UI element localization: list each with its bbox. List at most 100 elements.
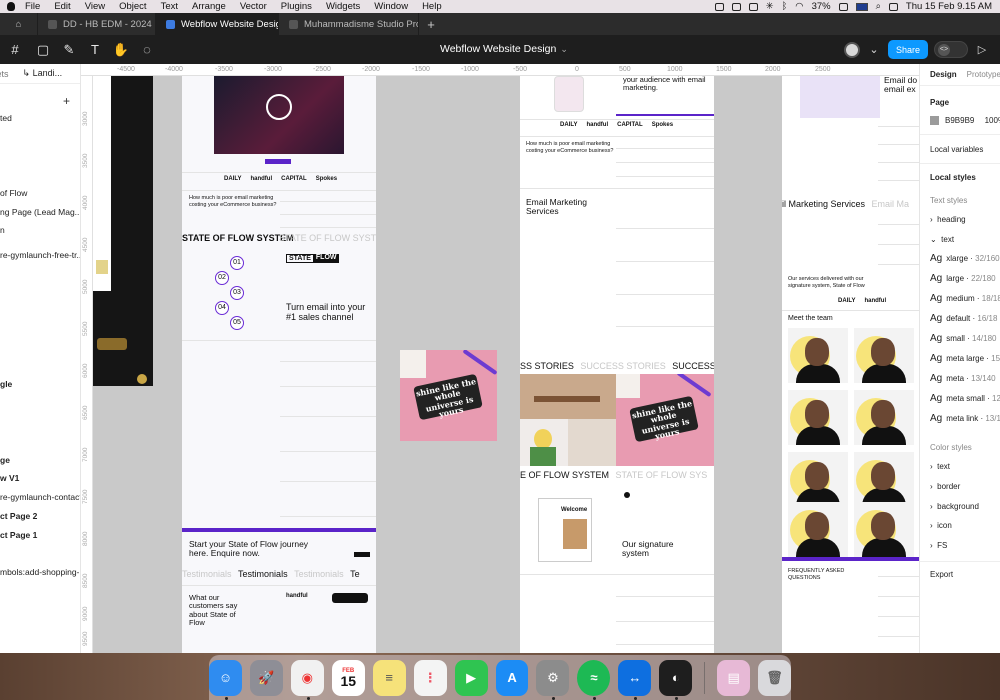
style-group-text[interactable]: ⌄ text — [930, 235, 954, 244]
sticker-photo[interactable]: shine like the whole universe is yours — [400, 350, 497, 441]
text-style-item[interactable]: Ag large · 22/180 — [930, 273, 996, 284]
menu-plugins[interactable]: Plugins — [274, 0, 319, 13]
canvas[interactable]: -4500 -4000 -3500 -3000 -2500 -2000 -150… — [81, 64, 919, 653]
document-title[interactable]: Webflow Website Design ⌄ — [440, 35, 568, 64]
brightness-icon[interactable]: ✳ — [766, 1, 774, 12]
color-group-item[interactable]: › FS — [930, 541, 947, 550]
menu-edit[interactable]: Edit — [47, 0, 77, 13]
bluetooth-icon[interactable]: ᛒ — [782, 1, 788, 12]
menu-file[interactable]: File — [18, 0, 47, 13]
tab-design[interactable]: Design — [930, 70, 957, 79]
frame-tool-icon[interactable]: ▢ — [30, 35, 56, 64]
tab-assets[interactable]: sets — [0, 69, 9, 79]
reminders-icon[interactable]: ⋮ — [413, 659, 447, 696]
menu-widgets[interactable]: Widgets — [319, 0, 367, 13]
menu-object[interactable]: Object — [112, 0, 153, 13]
layer-row[interactable]: w V1 — [0, 472, 19, 484]
color-group-item[interactable]: › background — [930, 502, 979, 511]
menu-vector[interactable]: Vector — [233, 0, 274, 13]
text-tool-icon[interactable]: T — [82, 35, 108, 64]
layer-row[interactable]: ge — [0, 454, 10, 466]
color-group-item[interactable]: › icon — [930, 521, 952, 530]
color-group-item[interactable]: › text — [930, 462, 950, 471]
finder-icon[interactable]: ☺ — [208, 659, 242, 700]
export-section[interactable]: Export — [930, 570, 953, 579]
menu-help[interactable]: Help — [415, 0, 449, 13]
new-tab-button[interactable]: + — [419, 13, 443, 35]
layer-row[interactable]: ct Page 1 — [0, 529, 37, 541]
menu-arrange[interactable]: Arrange — [185, 0, 233, 13]
layer-row[interactable]: re-gymlaunch-contact... — [0, 491, 80, 503]
figma-status-icon[interactable] — [714, 2, 724, 11]
text-style-item[interactable]: Ag default · 16/18 — [930, 313, 997, 324]
text-style-item[interactable]: Ag xlarge · 32/160 — [930, 253, 1000, 264]
notes-icon[interactable]: ≡ — [372, 659, 406, 696]
layer-row[interactable]: mbols:add-shopping-... — [0, 566, 80, 578]
add-page-button[interactable]: + — [63, 94, 70, 108]
page-color-row[interactable]: B9B9B9 100% — [930, 116, 1000, 126]
teamviewer-icon[interactable]: ↔ — [618, 659, 652, 700]
figma-icon[interactable]: ◐ — [659, 659, 693, 700]
layer-row[interactable]: re-gymlaunch-free-tr... — [0, 249, 80, 261]
launchpad-icon[interactable]: 🚀 — [249, 659, 283, 696]
trash-icon[interactable]: 🗑 — [758, 659, 792, 696]
tab-prototype[interactable]: Prototype — [967, 70, 1000, 79]
avatar[interactable] — [843, 41, 860, 58]
teamviewer-status-icon[interactable] — [731, 2, 741, 11]
frame-state-of-flow-page[interactable]: DAILY handful CAPITAL Spokes How much is… — [182, 76, 376, 653]
menu-window[interactable]: Window — [367, 0, 415, 13]
screen-mirror-icon[interactable] — [748, 2, 758, 11]
clock[interactable]: Thu 15 Feb 9.15 AM — [906, 1, 992, 12]
system-settings-icon[interactable]: ⚙ — [536, 659, 570, 700]
chevron-down-icon[interactable]: ⌄ — [866, 43, 882, 56]
local-variables-link[interactable]: Local variables — [930, 145, 983, 154]
search-icon[interactable]: ⌕ — [876, 1, 881, 12]
page-selector[interactable]: ↳ Landi... — [23, 68, 63, 79]
layer-row[interactable]: ted — [0, 112, 12, 124]
app-store-icon[interactable]: A — [495, 659, 529, 696]
home-tab[interactable]: ⌂ — [0, 13, 38, 35]
pen-tool-icon[interactable]: ✎ — [56, 35, 82, 64]
page-opacity-value[interactable]: 100% — [985, 116, 1000, 125]
layer-row[interactable]: gle — [0, 378, 12, 390]
main-menu-icon[interactable]: # — [0, 35, 30, 64]
calendar-icon[interactable]: FEB 15 — [331, 659, 365, 696]
file-tab[interactable]: DD - HB EDM - 2024 — [38, 13, 156, 35]
testimonials-ghost: Testimonials — [294, 569, 344, 579]
file-tab-active[interactable]: Webflow Website Design × — [156, 13, 279, 35]
style-group-heading[interactable]: › heading — [930, 215, 966, 224]
spotify-icon[interactable]: ≈ — [577, 659, 611, 700]
frame-dark-page[interactable] — [93, 76, 153, 386]
menu-text[interactable]: Text — [154, 0, 185, 13]
text-style-item[interactable]: Agmeta small · 12 — [930, 393, 1000, 404]
comment-tool-icon[interactable]: ◌ — [134, 35, 160, 64]
text-style-item[interactable]: Ag meta · 13/140 — [930, 373, 996, 384]
page-color-swatch[interactable] — [930, 116, 939, 126]
color-group-item[interactable]: › border — [930, 482, 960, 491]
frame-email-services-page[interactable]: your audience with email marketing. DAIL… — [520, 76, 714, 653]
dev-mode-toggle[interactable]: <> — [934, 41, 968, 58]
present-play-icon[interactable]: ▷ — [974, 43, 990, 56]
menu-view[interactable]: View — [78, 0, 112, 13]
layer-row[interactable]: ng Page (Lead Mag... — [0, 206, 80, 218]
page-color-value[interactable]: B9B9B9 — [945, 116, 974, 125]
facetime-icon[interactable]: ▶ — [454, 659, 488, 696]
frame-team-page[interactable]: Email do email ex il Marketing Services … — [782, 76, 919, 653]
chrome-icon[interactable]: ◉ — [290, 659, 324, 700]
input-source-flag-icon[interactable] — [855, 2, 868, 11]
text-style-item[interactable]: Ag small · 14/180 — [930, 333, 996, 344]
apple-menu-icon[interactable] — [4, 0, 18, 13]
share-button[interactable]: Share — [887, 40, 928, 59]
control-center-icon[interactable] — [888, 2, 898, 11]
downloads-folder-icon[interactable]: ▤ — [717, 659, 751, 696]
text-style-item[interactable]: Agmedium · 18/180 — [930, 293, 1000, 304]
file-tab[interactable]: Muhammadisme Studio Project — [279, 13, 419, 35]
text-style-item[interactable]: Agmeta large · 15/ — [930, 353, 1000, 364]
layer-row[interactable]: n — [0, 224, 5, 236]
text-style-item[interactable]: Agmeta link · 13/14 — [930, 413, 1000, 424]
layer-row[interactable]: of Flow — [0, 187, 27, 199]
wifi-icon[interactable]: ◠ — [795, 1, 803, 12]
hand-tool-icon[interactable]: ✋ — [108, 35, 134, 64]
battery-icon[interactable] — [838, 2, 848, 11]
layer-row[interactable]: ct Page 2 — [0, 510, 37, 522]
